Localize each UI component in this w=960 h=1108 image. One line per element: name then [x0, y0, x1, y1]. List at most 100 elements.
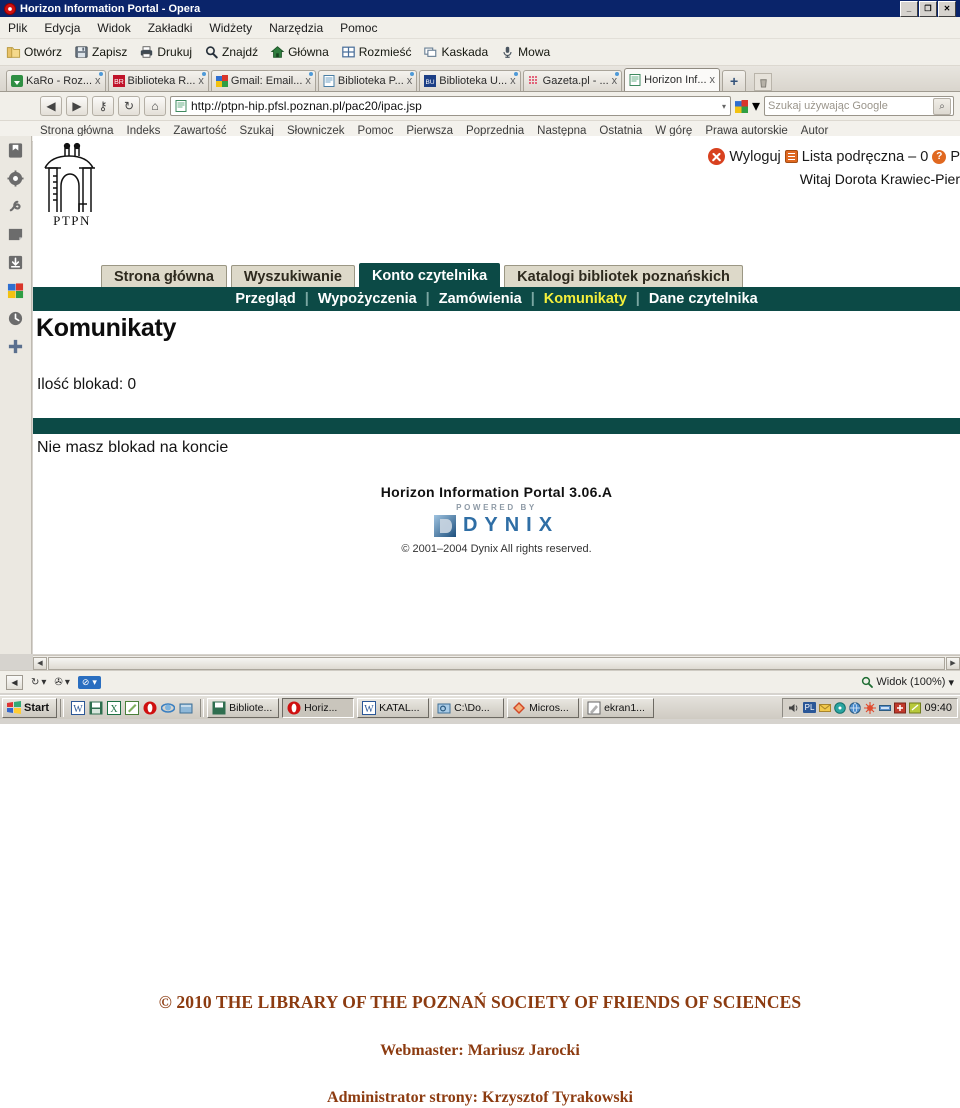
taskbar-clock[interactable]: 09:40 — [924, 702, 952, 714]
search-input[interactable]: Szukaj używając Google ⌕ — [764, 96, 954, 116]
content-blocker-button[interactable]: ⊘ ▾ — [77, 675, 101, 689]
close-button[interactable]: ✕ — [938, 0, 956, 17]
toolbar-save-button[interactable]: Zapisz — [74, 45, 127, 59]
list-icon[interactable] — [784, 150, 798, 163]
google-icon[interactable] — [734, 99, 748, 113]
scrollbar-thumb[interactable] — [48, 656, 945, 670]
menu-item-plik[interactable]: Plik — [8, 21, 27, 35]
language-indicator[interactable]: PL — [802, 702, 817, 713]
toolbar-cascade-button[interactable]: Kaskada — [423, 45, 488, 59]
subnav-wypozyczenia[interactable]: Wypożyczenia — [309, 291, 426, 307]
horizontal-scrollbar[interactable]: ◀ ▶ — [33, 655, 960, 670]
explorer-icon[interactable] — [179, 701, 193, 715]
mail-icon[interactable] — [819, 702, 832, 714]
save-icon[interactable] — [89, 701, 103, 715]
chevron-down-icon[interactable]: ▾ — [948, 676, 954, 689]
taskbar-button-ekran1[interactable]: ekran1... — [582, 697, 655, 718]
browser-tab-biblioteka-p[interactable]: Biblioteka P... x — [317, 70, 418, 91]
add-panel-icon[interactable] — [7, 338, 24, 355]
hip-tab-wyszukiwanie[interactable]: Wyszukiwanie — [230, 265, 355, 288]
notes-icon[interactable] — [7, 226, 24, 243]
toolbar-print-button[interactable]: Drukuj — [139, 45, 192, 59]
scanner-icon[interactable] — [909, 702, 922, 714]
menu-item-widzety[interactable]: Widżety — [209, 21, 252, 35]
new-tab-button[interactable]: + — [722, 70, 747, 91]
network-icon[interactable] — [879, 702, 892, 714]
tab-close-icon[interactable]: x — [612, 75, 618, 87]
bookmarks-icon[interactable] — [7, 142, 24, 159]
browser-tab-karo[interactable]: KaRo - Roz... x — [6, 70, 106, 91]
browser-tab-horizon[interactable]: Horizon Inf... x — [624, 68, 721, 91]
hip-tab-strona-glowna[interactable]: Strona główna — [101, 265, 227, 288]
zoom-control[interactable]: Widok (100%) ▾ — [861, 676, 954, 689]
tab-close-icon[interactable]: x — [710, 74, 716, 86]
links-icon[interactable] — [7, 198, 24, 215]
trash-icon[interactable] — [754, 73, 773, 91]
subnav-dane-czytelnika[interactable]: Dane czytelnika — [640, 291, 767, 307]
google-icon[interactable] — [7, 282, 24, 299]
toolbar-open-button[interactable]: Otwórz — [6, 45, 62, 59]
globe-icon[interactable] — [849, 701, 862, 714]
taskbar-button-katal[interactable]: W KATAL... — [357, 697, 430, 718]
tab-close-icon[interactable]: x — [95, 75, 101, 87]
hip-tab-konto-czytelnika[interactable]: Konto czytelnika — [358, 263, 501, 288]
start-button[interactable]: Start — [2, 697, 58, 718]
hip-tab-katalogi[interactable]: Katalogi bibliotek poznańskich — [504, 265, 743, 288]
minimize-button[interactable]: _ — [900, 0, 918, 17]
volume-icon[interactable] — [788, 702, 800, 714]
menu-item-narzedzia[interactable]: Narzędzia — [269, 21, 323, 35]
transfer-button[interactable]: ✇ ▾ — [54, 677, 69, 688]
subnav-przeglad[interactable]: Przegląd — [226, 291, 304, 307]
browser-tab-biblioteka-r[interactable]: BR Biblioteka R... x — [107, 70, 209, 91]
help-icon[interactable]: ? — [932, 149, 947, 164]
subnav-zamowienia[interactable]: Zamówienia — [430, 291, 531, 307]
browser-tab-gmail[interactable]: Gmail: Email... x — [210, 70, 316, 91]
ie-icon[interactable] — [161, 701, 176, 715]
disc-icon[interactable] — [834, 701, 847, 714]
tab-close-icon[interactable]: x — [198, 75, 204, 87]
panel-toggle-button[interactable]: ◀ — [6, 674, 23, 690]
word-icon[interactable]: W — [71, 700, 86, 715]
security-key-button[interactable]: ⚷ — [92, 96, 114, 116]
downloads-icon[interactable] — [7, 254, 24, 271]
toolbar-speech-button[interactable]: Mowa — [500, 45, 550, 59]
taskbar-button-biblioteka[interactable]: Bibliote... — [207, 697, 280, 718]
widgets-icon[interactable] — [7, 170, 24, 187]
taskbar-button-microsoft[interactable]: Micros... — [507, 697, 580, 718]
url-input[interactable]: http://ptpn-hip.pfsl.poznan.pl/pac20/ipa… — [170, 96, 731, 116]
logout-link[interactable]: Wyloguj — [729, 149, 780, 165]
taskbar-button-horizon[interactable]: Horiz... — [282, 697, 355, 718]
antivirus-icon[interactable] — [864, 701, 877, 714]
reload-button[interactable]: ↻ — [118, 96, 140, 116]
menu-item-zakladki[interactable]: Zakładki — [148, 21, 193, 35]
logout-icon[interactable] — [708, 148, 726, 165]
back-button[interactable]: ◀ — [40, 96, 62, 116]
editor-icon[interactable] — [125, 700, 140, 715]
toolbar-home-button[interactable]: Główna — [270, 45, 329, 59]
search-submit-button[interactable]: ⌕ — [933, 97, 951, 115]
tab-close-icon[interactable]: x — [510, 75, 516, 87]
scroll-right-arrow-icon[interactable]: ▶ — [946, 656, 960, 670]
toolbar-find-button[interactable]: Znajdź — [204, 45, 258, 59]
scroll-left-arrow-icon[interactable]: ◀ — [33, 656, 47, 670]
sync-button[interactable]: ↻ ▾ — [31, 677, 46, 688]
quicklist-link[interactable]: Lista podręczna – 0 — [802, 149, 929, 165]
chevron-down-icon[interactable]: ▾ — [722, 102, 726, 111]
history-icon[interactable] — [7, 310, 24, 327]
menu-item-widok[interactable]: Widok — [97, 21, 130, 35]
browser-tab-gazeta[interactable]: Gazeta.pl - ... x — [522, 70, 623, 91]
toolbar-tile-button[interactable]: Rozmieść — [341, 45, 411, 59]
forward-button[interactable]: ▶ — [66, 96, 88, 116]
restore-button[interactable]: ❐ — [919, 0, 937, 17]
tab-close-icon[interactable]: x — [407, 75, 413, 87]
menu-item-pomoc[interactable]: Pomoc — [340, 21, 377, 35]
browser-tab-biblioteka-u[interactable]: BU Biblioteka U... x — [419, 70, 521, 91]
menu-item-edycja[interactable]: Edycja — [44, 21, 80, 35]
opera-icon[interactable] — [143, 701, 157, 715]
home-button[interactable]: ⌂ — [144, 96, 166, 116]
help-link[interactable]: P — [950, 149, 960, 165]
excel-icon[interactable]: X — [107, 700, 122, 715]
subnav-komunikaty[interactable]: Komunikaty — [535, 291, 636, 307]
taskbar-button-documents[interactable]: C:\Do... — [432, 697, 505, 718]
updates-icon[interactable] — [894, 702, 907, 714]
